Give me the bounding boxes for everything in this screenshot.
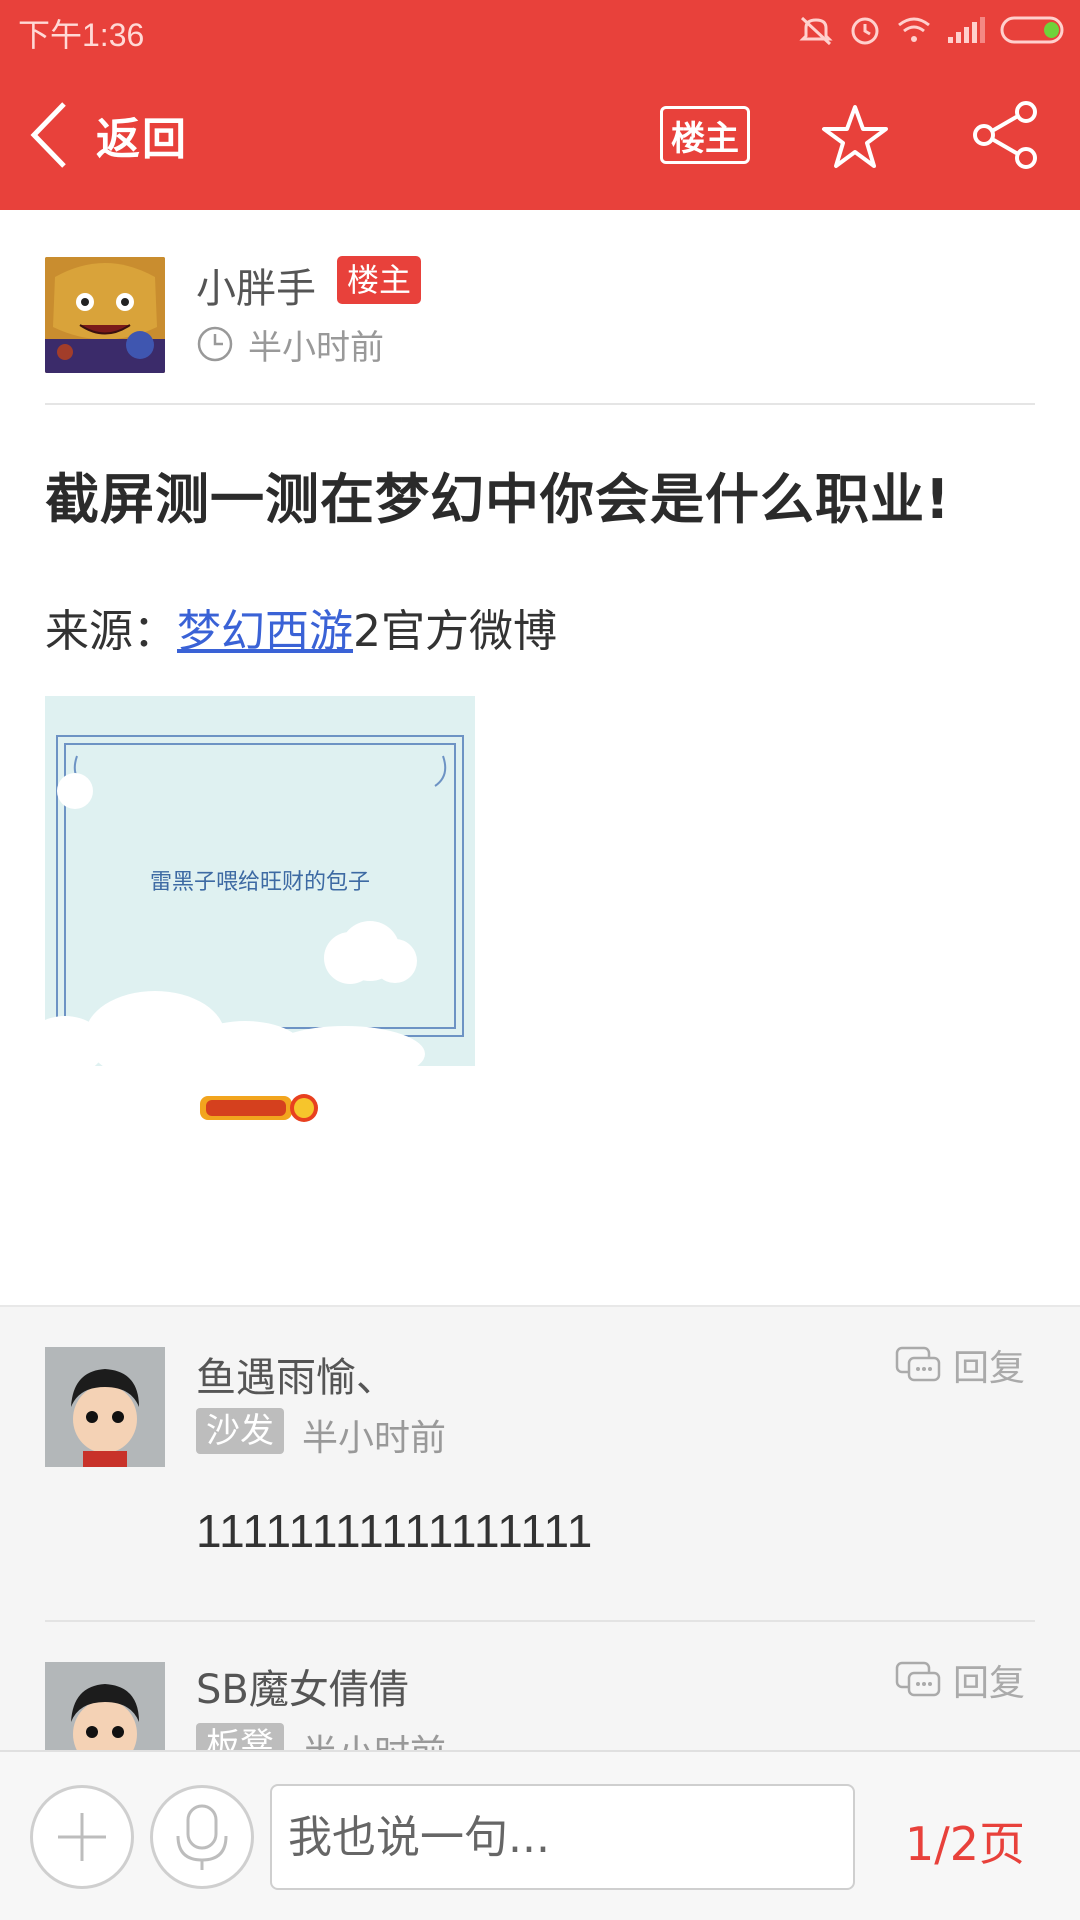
chat-bubble-icon: [895, 1661, 941, 1697]
op-only-button[interactable]: 楼主: [660, 106, 750, 164]
post-image[interactable]: 雷黑子喂给旺财的包子: [45, 696, 475, 1066]
source-suffix: 2官方微博: [353, 606, 557, 657]
status-icons: [798, 12, 1066, 48]
reply-button[interactable]: 回复: [895, 1343, 1025, 1389]
divider: [45, 403, 1035, 405]
op-badge: 楼主: [337, 256, 422, 304]
comment-time: 半小时前: [302, 1724, 446, 1750]
back-label: 返回: [96, 114, 188, 165]
bottom-bar: 1/2页: [0, 1750, 1080, 1920]
comment-list: 鱼遇雨愉、 沙发 半小时前 回复 11111111111111111 SB魔女倩…: [0, 1305, 1080, 1750]
mute-icon: [799, 16, 833, 46]
avatar[interactable]: [45, 1347, 165, 1467]
source-prefix: 来源：: [45, 606, 177, 657]
share-button[interactable]: [970, 100, 1040, 170]
post-time: 半小时前: [196, 322, 384, 368]
wifi-icon: [898, 17, 930, 42]
clock-icon: [197, 326, 233, 362]
favorite-button[interactable]: [820, 102, 890, 172]
post-source: 来源：梦幻西游2官方微博: [45, 595, 557, 659]
reply-label: 回复: [953, 1348, 1026, 1389]
floor-badge: 沙发: [196, 1408, 284, 1454]
share-icon: [973, 101, 1037, 169]
plus-icon: [58, 1813, 106, 1861]
chevron-left-icon: [30, 102, 66, 168]
post-title: 截屏测一测在梦幻中你会是什么职业!: [45, 468, 951, 531]
reply-label: 回复: [953, 1663, 1026, 1704]
original-post: 小胖手 楼主 半小时前 截屏测一测在梦幻中你会是什么职业! 来源：梦幻西游2官方…: [0, 210, 1080, 1305]
voice-input-button[interactable]: [150, 1785, 254, 1889]
reply-button[interactable]: 回复: [895, 1658, 1025, 1704]
comment-author[interactable]: SB魔女倩倩: [196, 1657, 409, 1715]
comment-time: 半小时前: [302, 1418, 447, 1459]
signal-icon: [948, 17, 985, 43]
battery-icon: [1000, 16, 1064, 44]
avatar[interactable]: [45, 1662, 165, 1750]
source-link[interactable]: 梦幻西游: [177, 606, 353, 657]
post-time-text: 半小时前: [248, 327, 384, 368]
page-indicator[interactable]: 1/2页: [905, 1808, 1025, 1874]
chat-bubble-icon: [895, 1346, 941, 1382]
status-time: 下午1:36: [18, 17, 145, 53]
back-button[interactable]: 返回: [30, 98, 188, 172]
comment-text: 11111111111111111: [196, 1505, 594, 1557]
add-attachment-button[interactable]: [30, 1785, 134, 1889]
avatar[interactable]: [45, 257, 165, 373]
cartoon-boy-avatar-image: [45, 1347, 165, 1467]
cartoon-boy-avatar-image: [45, 1662, 165, 1750]
author-name[interactable]: 小胖手: [196, 256, 316, 314]
star-icon: [822, 105, 888, 168]
game-logo: [200, 1094, 318, 1122]
top-bar: 返回 楼主: [0, 60, 1080, 210]
tiger-avatar-image: [45, 257, 165, 373]
floor-badge: 板凳: [196, 1723, 284, 1750]
comment-author[interactable]: 鱼遇雨愉、: [196, 1345, 396, 1403]
divider: [45, 1620, 1035, 1622]
status-bar: 下午1:36: [0, 0, 1080, 60]
reply-input[interactable]: [270, 1784, 855, 1890]
image-caption: 雷黑子喂给旺财的包子: [149, 870, 370, 895]
alarm-icon: [851, 17, 879, 45]
microphone-icon: [176, 1804, 228, 1870]
